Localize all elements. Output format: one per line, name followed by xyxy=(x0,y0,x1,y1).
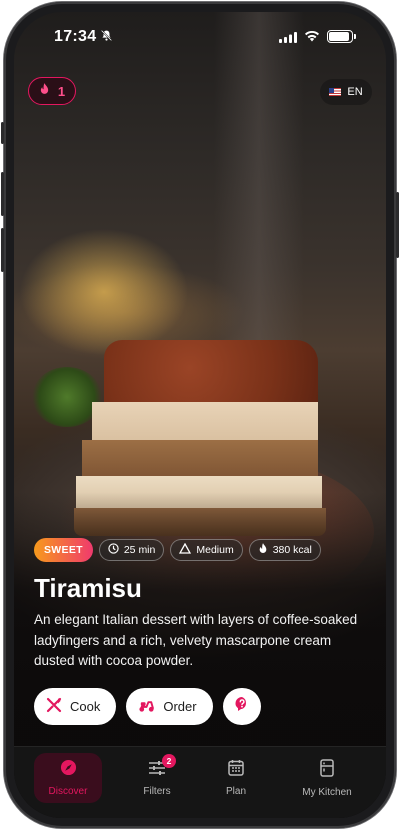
fridge-icon xyxy=(320,758,334,780)
cook-label: Cook xyxy=(70,699,101,714)
us-flag-icon xyxy=(329,88,342,96)
bottom-tab-bar: Discover 2 Filters Plan My Kitchen xyxy=(14,746,386,818)
language-code: EN xyxy=(347,86,363,98)
status-bar: 17:34 xyxy=(14,12,386,60)
volume-down-button xyxy=(1,228,4,272)
filters-count-badge: 2 xyxy=(162,754,176,768)
power-button xyxy=(396,192,399,258)
battery-icon xyxy=(327,30,356,43)
mute-switch xyxy=(1,122,4,144)
help-button[interactable] xyxy=(222,688,261,725)
language-selector[interactable]: EN xyxy=(320,79,372,105)
time-tag: 25 min xyxy=(98,539,165,561)
tab-my-kitchen-label: My Kitchen xyxy=(302,786,352,798)
utensils-icon xyxy=(46,697,62,716)
flame-icon xyxy=(39,83,50,99)
tab-plan-label: Plan xyxy=(225,786,246,797)
screen: 17:34 1 EN SWEET 25 min Medium 380 kcal … xyxy=(14,12,386,818)
tab-filters[interactable]: 2 Filters xyxy=(123,753,191,803)
time-label: 25 min xyxy=(123,544,156,556)
tab-discover[interactable]: Discover xyxy=(34,753,102,803)
volume-up-button xyxy=(1,172,4,216)
difficulty-label: Medium xyxy=(196,544,234,556)
streak-count: 1 xyxy=(57,83,66,99)
tab-filters-label: Filters xyxy=(143,785,171,797)
difficulty-icon xyxy=(179,542,192,557)
streak-badge[interactable]: 1 xyxy=(28,77,76,105)
tab-my-kitchen[interactable]: My Kitchen xyxy=(292,753,362,803)
signal-icon xyxy=(279,30,297,48)
flame-icon xyxy=(258,542,268,558)
recipe-title: Tiramisu xyxy=(34,573,142,603)
wifi-icon xyxy=(304,29,320,47)
order-label: Order xyxy=(163,699,197,714)
clock-icon xyxy=(108,543,119,557)
cook-button[interactable]: Cook xyxy=(34,688,117,725)
calendar-icon xyxy=(228,759,244,779)
help-icon xyxy=(234,696,250,717)
order-button[interactable]: Order xyxy=(126,688,213,725)
tab-plan[interactable]: Plan xyxy=(202,753,270,803)
scooter-icon xyxy=(138,698,155,716)
tab-discover-label: Discover xyxy=(48,786,88,797)
status-time: 17:34 xyxy=(54,28,97,45)
difficulty-tag: Medium xyxy=(170,539,243,561)
calories-label: 380 kcal xyxy=(272,544,312,556)
compass-icon xyxy=(60,759,77,779)
recipe-description: An elegant Italian dessert with layers o… xyxy=(34,612,358,668)
bell-off-icon xyxy=(100,29,113,45)
recipe-tags: SWEET 25 min Medium 380 kcal xyxy=(34,538,321,562)
calories-tag: 380 kcal xyxy=(248,539,321,561)
category-badge: SWEET xyxy=(34,538,93,562)
recipe-actions: Cook Order xyxy=(34,688,261,725)
